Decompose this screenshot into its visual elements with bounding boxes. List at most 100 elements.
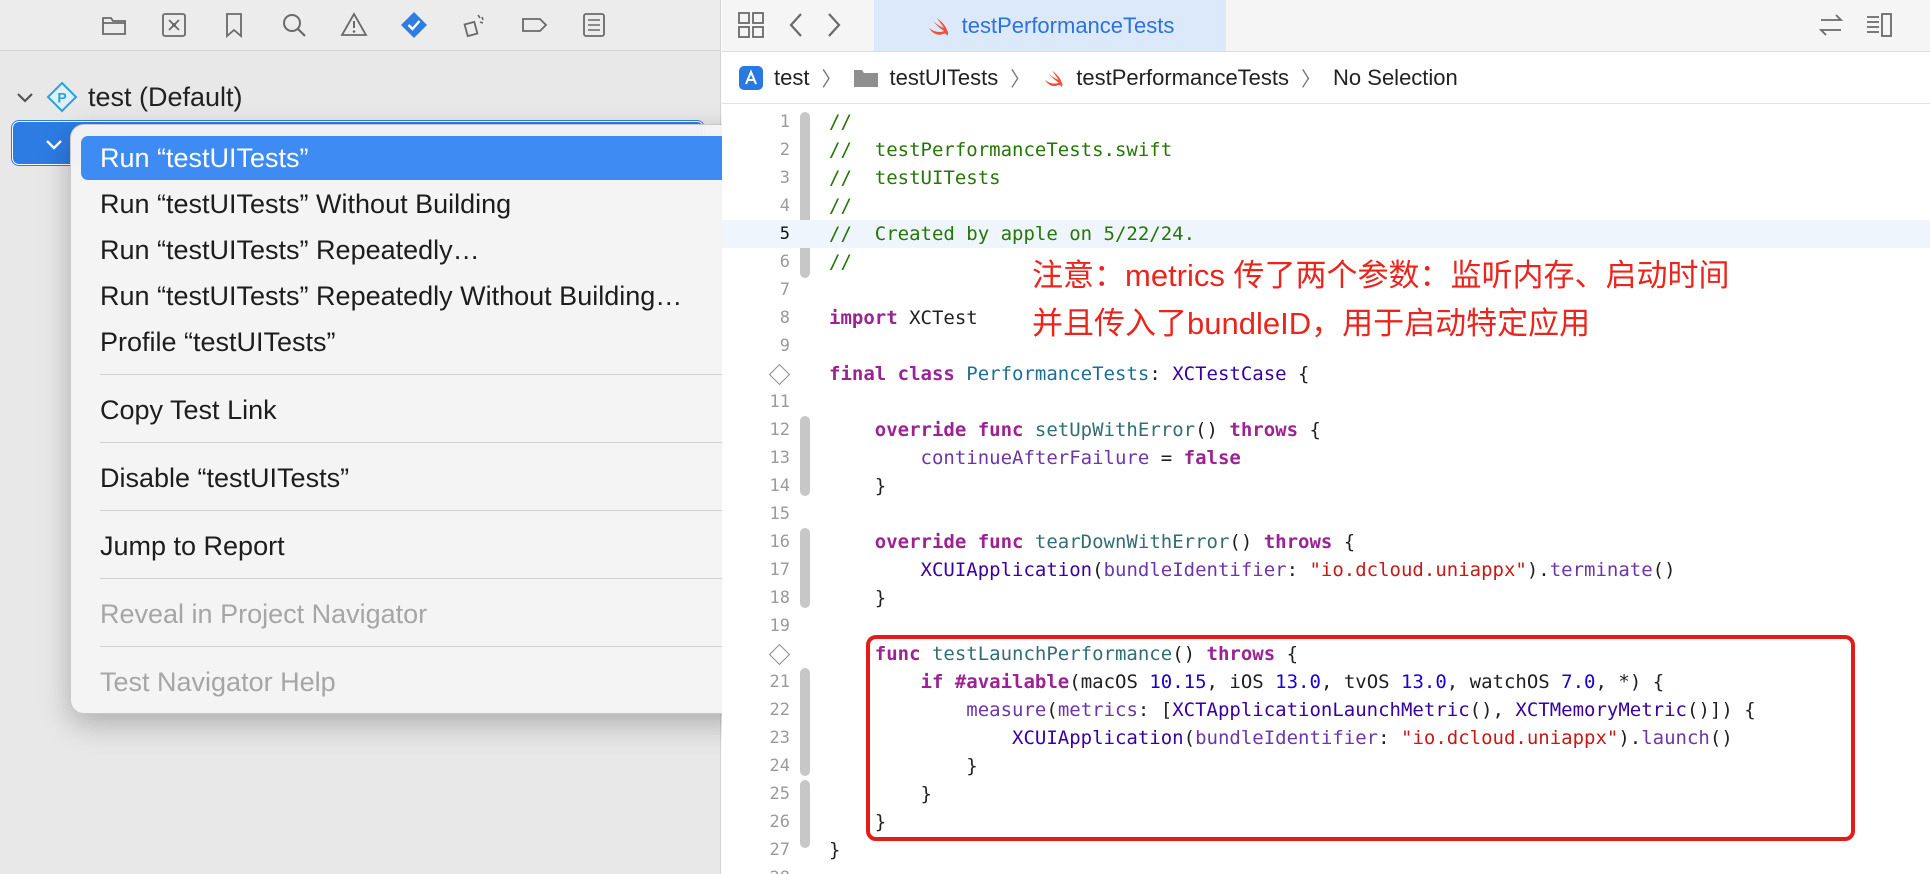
code-line: 17 XCUIApplication(bundleIdentifier: "io…	[722, 556, 1930, 584]
warning-icon[interactable]	[337, 8, 371, 42]
breadcrumb-separator: 〉	[1301, 69, 1322, 91]
code-text: //	[829, 251, 852, 273]
breadcrumb-item-folder[interactable]: testUITests	[853, 65, 998, 91]
line-number: 18	[769, 588, 790, 608]
editor-tab-bar: testPerformanceTests	[722, 0, 1930, 52]
breadcrumb-item-project[interactable]: test	[738, 65, 809, 91]
line-number: 16	[769, 532, 790, 552]
code-line: 4 //	[722, 192, 1930, 220]
project-icon: P	[46, 81, 78, 113]
svg-text:P: P	[57, 90, 66, 106]
line-number: 24	[769, 756, 790, 776]
menu-item-disable[interactable]: Disable “testUITests”	[81, 456, 747, 500]
line-number: 17	[769, 560, 790, 580]
breadcrumb-separator: 〉	[821, 69, 842, 91]
code-text: //	[829, 111, 852, 133]
search-icon[interactable]	[277, 8, 311, 42]
breadcrumb-item-file[interactable]: testPerformanceTests	[1042, 65, 1289, 91]
code-line: 1 //	[722, 108, 1930, 136]
code-text: // Created by apple on 5/22/24.	[829, 223, 1196, 245]
scheme-label: test (Default)	[88, 81, 243, 112]
menu-separator	[100, 646, 730, 647]
breadcrumb-separator: 〉	[1010, 69, 1031, 91]
folder-icon[interactable]	[97, 8, 131, 42]
code-line: 13 continueAfterFailure = false	[722, 444, 1930, 472]
code-text: }	[874, 475, 887, 497]
line-number: 14	[769, 476, 790, 496]
code-text: final class PerformanceTests: XCTestCase…	[829, 363, 1310, 385]
report-icon[interactable]	[577, 8, 611, 42]
code-text: // testUITests	[829, 167, 1001, 189]
menu-item-test-navigator-help: Test Navigator Help	[100, 667, 336, 697]
line-number: 7	[779, 280, 790, 300]
menu-item-run-repeatedly-without-building[interactable]: Run “testUITests” Repeatedly Without Bui…	[81, 274, 747, 318]
annotation-line: 并且传入了bundleID，用于启动特定应用	[1032, 306, 1591, 341]
breakpoint-icon[interactable]	[517, 8, 551, 42]
breadcrumb: test 〉 testUITests 〉 testPerformanceTest…	[722, 52, 1930, 104]
menu-item-run-without-building[interactable]: Run “testUITests” Without Building	[81, 182, 747, 226]
annotation-line: 注意：metrics 传了两个参数：监听内存、启动时间	[1032, 258, 1730, 293]
line-number: 27	[769, 840, 790, 860]
line-number: 2	[779, 140, 790, 160]
code-line: 14 }	[722, 472, 1930, 500]
code-text: }	[874, 587, 887, 609]
code-line: 12 override func setUpWithError() throws…	[722, 416, 1930, 444]
inspector-toggle-icon[interactable]	[1862, 8, 1896, 42]
code-text: override func setUpWithError() throws {	[874, 419, 1321, 441]
chevron-down-icon[interactable]	[14, 86, 36, 108]
app-icon	[739, 65, 763, 90]
tab-title: testPerformanceTests	[961, 12, 1175, 38]
menu-item-run-repeatedly[interactable]: Run “testUITests” Repeatedly…	[81, 228, 747, 272]
chevron-down-icon[interactable]	[43, 133, 65, 155]
breadcrumb-item-selection[interactable]: No Selection	[1333, 65, 1458, 91]
tab-testPerformanceTests[interactable]: testPerformanceTests	[874, 0, 1226, 51]
forward-arrow-icon[interactable]	[816, 8, 850, 42]
back-arrow-icon[interactable]	[780, 8, 814, 42]
swift-file-icon	[1045, 70, 1063, 87]
code-line: 18 }	[722, 584, 1930, 612]
menu-separator	[100, 578, 730, 579]
code-line: 28	[722, 864, 1930, 874]
debug-icon[interactable]	[457, 8, 491, 42]
line-number: 25	[769, 784, 790, 804]
grid-icon[interactable]	[734, 8, 768, 42]
line-number: 6	[779, 252, 790, 272]
code-line: 16 override func tearDownWithError() thr…	[722, 528, 1930, 556]
line-number: 22	[769, 700, 790, 720]
test-icon[interactable]	[397, 8, 431, 42]
menu-item-run[interactable]: Run “testUITests”	[81, 136, 747, 180]
line-number: 9	[779, 336, 790, 356]
code-text: }	[829, 839, 841, 861]
line-number: 23	[769, 728, 790, 748]
code-text: //	[829, 195, 852, 217]
code-text: import XCTest	[829, 307, 978, 329]
source-control-icon[interactable]	[157, 8, 191, 42]
code-text: continueAfterFailure = false	[920, 447, 1241, 469]
line-number: 19	[769, 616, 790, 636]
code-line: 11	[722, 388, 1930, 416]
line-number: 4	[779, 196, 790, 216]
menu-separator	[100, 442, 730, 443]
menu-item-jump-to-report[interactable]: Jump to Report	[81, 524, 747, 568]
test-diamond-icon[interactable]	[768, 643, 791, 666]
menu-separator	[100, 510, 730, 511]
folder-icon	[854, 69, 879, 87]
bookmark-icon[interactable]	[217, 8, 251, 42]
scheme-row[interactable]: P test (Default)	[14, 80, 243, 114]
line-number: 1	[779, 112, 790, 132]
context-menu: Run “testUITests” Run “testUITests” With…	[70, 124, 756, 714]
menu-item-copy-test-link[interactable]: Copy Test Link	[81, 388, 747, 432]
line-number: 21	[769, 672, 790, 692]
line-number: 15	[769, 504, 790, 524]
line-number: 8	[779, 308, 790, 328]
swap-arrows-icon[interactable]	[1814, 8, 1848, 42]
annotation-highlight-box	[866, 635, 1855, 841]
code-line: 3 // testUITests	[722, 164, 1930, 192]
code-text: // testPerformanceTests.swift	[829, 139, 1173, 161]
test-diamond-icon[interactable]	[768, 363, 791, 386]
menu-item-profile[interactable]: Profile “testUITests”	[81, 320, 747, 364]
line-number: 13	[769, 448, 790, 468]
code-text: XCUIApplication(bundleIdentifier: "io.dc…	[920, 559, 1676, 581]
code-line: 2 // testPerformanceTests.swift	[722, 136, 1930, 164]
line-number: 3	[779, 168, 790, 188]
